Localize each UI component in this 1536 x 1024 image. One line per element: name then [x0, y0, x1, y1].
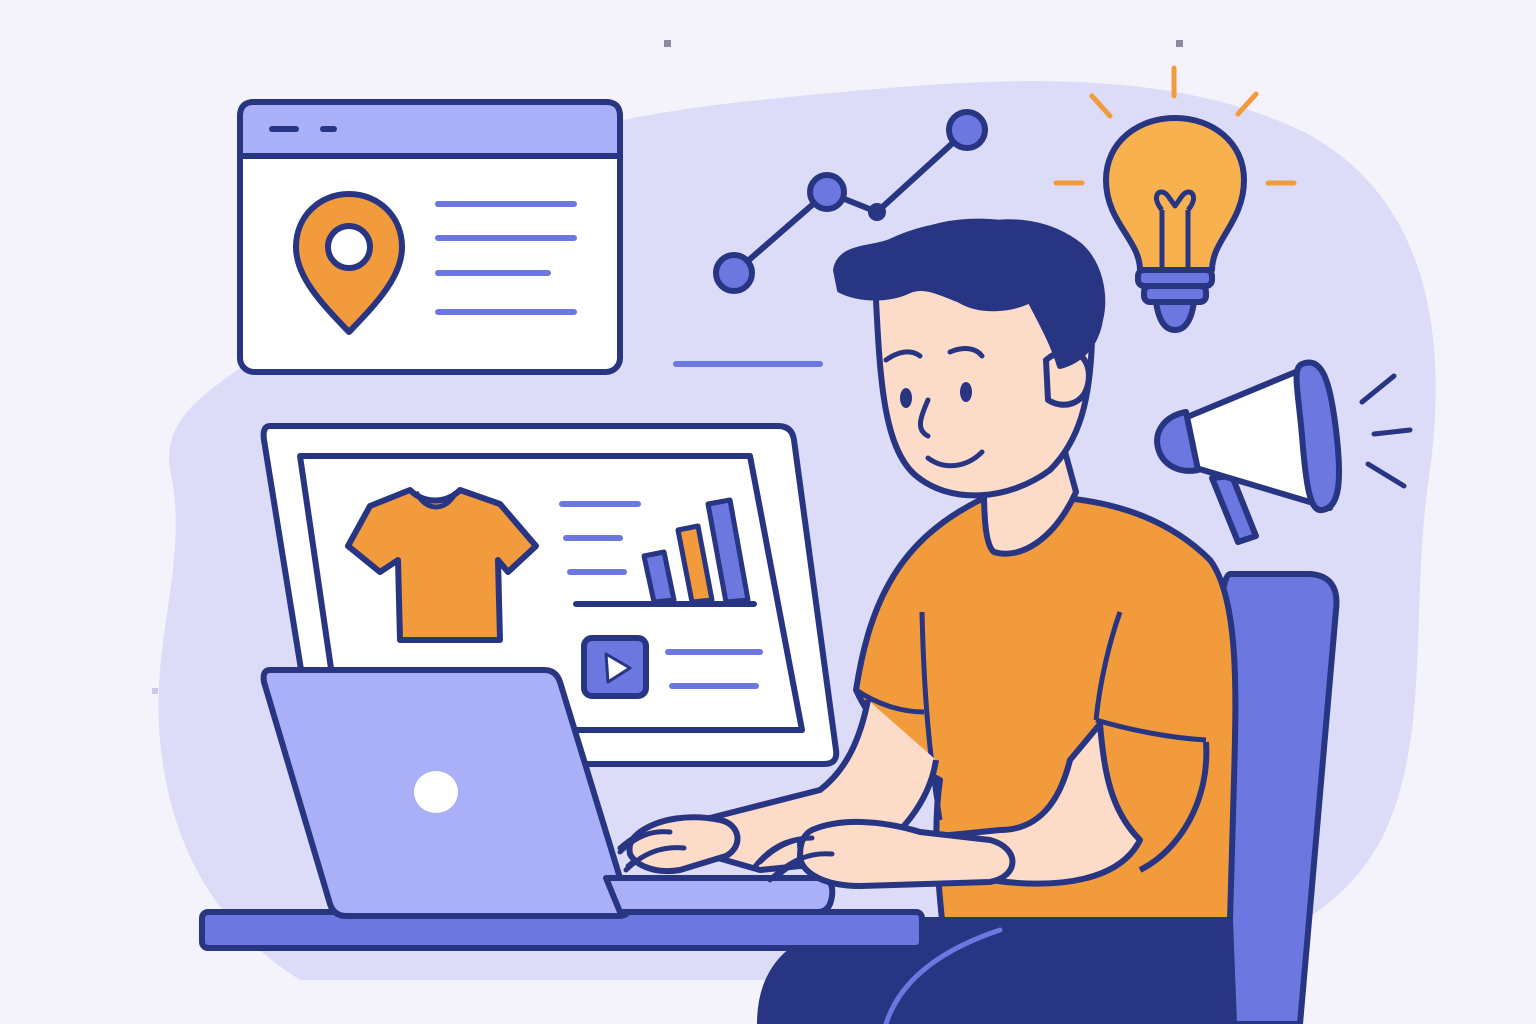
decor-dot [1176, 40, 1183, 47]
laptop-logo [414, 771, 458, 813]
decor-dot [664, 40, 671, 47]
decor-dot [152, 688, 158, 694]
browser-window [237, 99, 623, 375]
illustration-scene [152, 40, 1436, 1024]
play-icon [581, 635, 649, 699]
